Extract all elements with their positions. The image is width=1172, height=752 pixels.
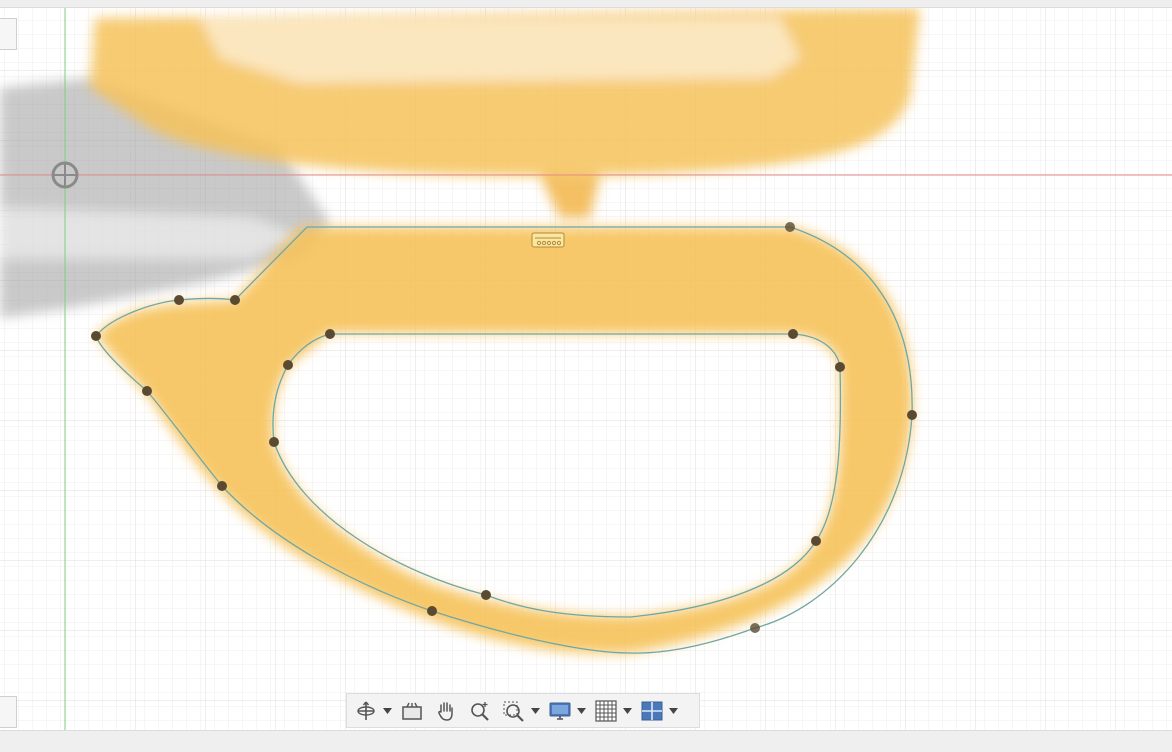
pan-button[interactable] (431, 696, 461, 726)
chevron-down-icon (668, 707, 678, 714)
design-canvas[interactable] (0, 8, 1172, 730)
pan-hand-icon (438, 701, 453, 721)
comments-panel-tab[interactable] (0, 696, 17, 728)
bottom-timeline-strip (0, 730, 1172, 752)
sketch-point[interactable] (907, 410, 917, 420)
zoom-window-button[interactable] (499, 696, 529, 726)
top-toolbar-strip (0, 0, 1172, 8)
sketch-point[interactable] (283, 360, 293, 370)
horizontal-constraint-icon[interactable] (531, 232, 565, 248)
origin-icon[interactable] (51, 161, 79, 189)
zoom-window-icon (503, 701, 524, 722)
browser-panel-tab[interactable] (0, 18, 17, 50)
sketch-point[interactable] (174, 295, 184, 305)
viewports-icon (641, 701, 663, 720)
zoom-button[interactable] (465, 696, 495, 726)
grid-snap-button[interactable] (591, 696, 621, 726)
grid-snap-dropdown[interactable] (621, 696, 633, 726)
sketch-point[interactable] (750, 623, 760, 633)
zoom-dropdown[interactable] (529, 696, 541, 726)
grid-snap-icon (595, 699, 617, 722)
chevron-down-icon (576, 707, 586, 714)
orbit-button[interactable] (351, 696, 381, 726)
orbit-icon (357, 701, 375, 720)
chevron-down-icon (530, 707, 540, 714)
sketch-point[interactable] (481, 590, 491, 600)
display-settings-icon (549, 702, 571, 720)
chevron-down-icon (382, 707, 392, 714)
sketch-point[interactable] (811, 536, 821, 546)
look-at-icon (402, 702, 422, 720)
sketch-point[interactable] (230, 295, 240, 305)
viewports-button[interactable] (637, 696, 667, 726)
sketch-point[interactable] (835, 362, 845, 372)
canvas-svg (0, 8, 1172, 730)
sketch-point[interactable] (427, 606, 437, 616)
look-at-button[interactable] (397, 696, 427, 726)
sketch-point[interactable] (217, 481, 227, 491)
orbit-dropdown[interactable] (381, 696, 393, 726)
sketch-point[interactable] (788, 329, 798, 339)
sketch-point[interactable] (269, 437, 279, 447)
zoom-icon (471, 701, 489, 721)
sketch-point[interactable] (785, 222, 795, 232)
sketch-point[interactable] (91, 331, 101, 341)
viewports-dropdown[interactable] (667, 696, 679, 726)
chevron-down-icon (622, 707, 632, 714)
display-settings-dropdown[interactable] (575, 696, 587, 726)
display-settings-button[interactable] (545, 696, 575, 726)
sketch-point[interactable] (142, 386, 152, 396)
navigation-toolbar (346, 693, 700, 728)
sketch-point[interactable] (325, 329, 335, 339)
